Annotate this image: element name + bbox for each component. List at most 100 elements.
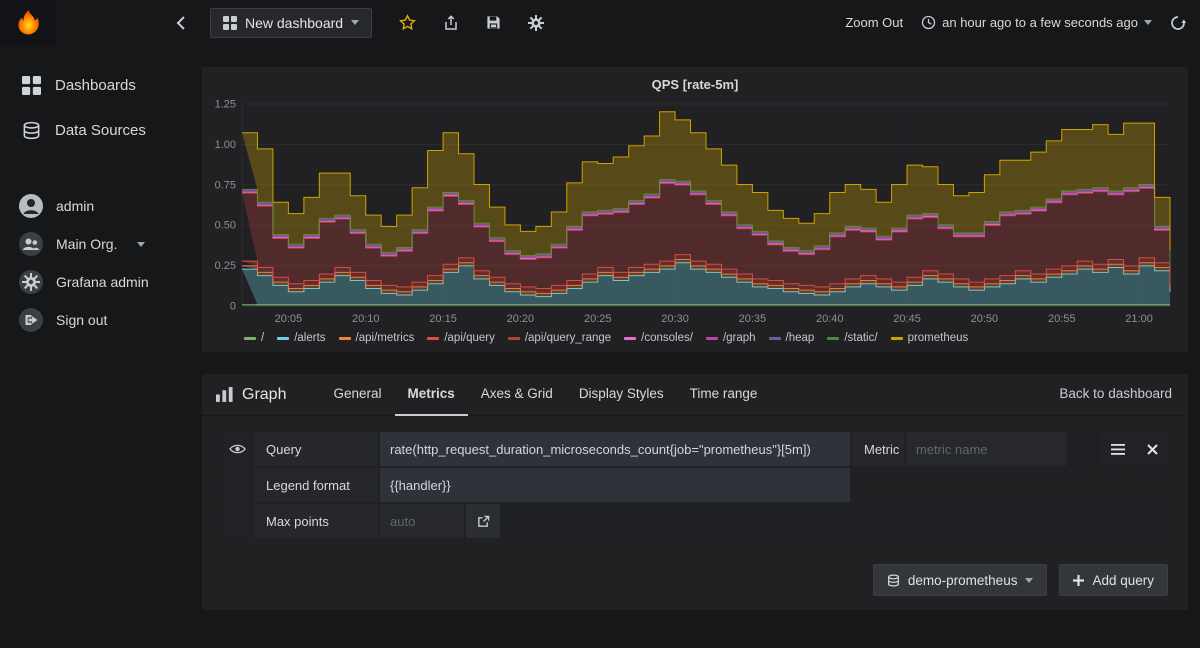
legend-series-label: /graph [722, 332, 756, 344]
sidebar-collapse-button[interactable] [175, 15, 200, 31]
legend-series-label: /api/query_range [524, 332, 612, 344]
sidebar-item-sign-out[interactable]: Sign out [0, 301, 200, 339]
legend-color-dash [827, 336, 840, 340]
refresh-icon [1171, 15, 1186, 30]
legend-item[interactable]: /api/query_range [507, 332, 612, 344]
x-axis-label: 20:05 [275, 313, 303, 325]
sidebar-item-label: Sign out [56, 312, 108, 328]
x-axis-label: 20:30 [661, 313, 689, 325]
dashboard-picker[interactable]: New dashboard [210, 7, 373, 38]
avatar-icon [19, 194, 43, 218]
query-toggle-visibility[interactable] [222, 432, 252, 466]
sidebar-item-data-sources[interactable]: Data Sources [0, 108, 200, 153]
panel-title[interactable]: QPS [rate-5m] [212, 73, 1178, 98]
open-link-button[interactable] [466, 504, 500, 538]
legend-item[interactable]: /consoles/ [624, 332, 693, 344]
legend-color-dash [338, 336, 351, 340]
tab-metrics[interactable]: Metrics [394, 374, 468, 416]
legend-series-label: /consoles/ [641, 332, 693, 344]
database-icon [887, 573, 899, 587]
grafana-logo[interactable] [0, 0, 56, 45]
tab-general[interactable]: General [320, 374, 394, 416]
sidebar-item-dashboards[interactable]: Dashboards [0, 63, 200, 108]
legend-format-label: Legend format [254, 468, 378, 502]
sidebar: Dashboards Data Sources admin Main Org. … [0, 45, 200, 648]
tab-display-styles[interactable]: Display Styles [566, 374, 677, 416]
sidebar-item-grafana-admin[interactable]: Grafana admin [0, 263, 200, 301]
clock-icon [921, 15, 936, 30]
time-range-picker[interactable]: an hour ago to a few seconds ago [921, 15, 1152, 30]
star-button[interactable] [399, 14, 417, 31]
chart-legend: / /alerts/api/metrics/api/query/api/query… [244, 332, 1178, 344]
eye-icon [228, 444, 246, 454]
editor-tabs: General Metrics Axes & Grid Display Styles T… [320, 374, 770, 416]
add-query-button[interactable]: Add query [1059, 564, 1168, 596]
query-input[interactable] [380, 432, 850, 466]
sign-out-icon [19, 308, 43, 332]
legend-color-dash [768, 336, 781, 340]
chevron-left-icon [176, 15, 185, 30]
x-axis-label: 20:45 [893, 313, 921, 325]
x-axis-label: 21:00 [1125, 313, 1153, 325]
metric-input-cell [906, 432, 1066, 466]
graph-editor-panel: Graph General Metrics Axes & Grid Display S… [202, 374, 1188, 610]
legend-color-dash [507, 336, 520, 340]
legend-series-label: /api/metrics [355, 332, 415, 344]
settings-button[interactable] [528, 14, 545, 31]
grid-icon [223, 15, 237, 30]
sidebar-item-label: Data Sources [55, 122, 146, 139]
legend-item[interactable]: /graph [705, 332, 756, 344]
query-label: Query [254, 432, 378, 466]
star-icon [399, 14, 417, 31]
tab-time-range[interactable]: Time range [677, 374, 771, 416]
legend-item[interactable]: /api/metrics [338, 332, 415, 344]
row-empty [852, 468, 1168, 502]
x-axis-label: 20:25 [584, 313, 612, 325]
query-remove-button[interactable] [1136, 432, 1168, 466]
sidebar-item-label: admin [56, 198, 95, 214]
query-menu-button[interactable] [1102, 432, 1134, 466]
chevron-down-icon [1025, 577, 1034, 583]
sidebar-item-label: Main Org. [56, 236, 118, 252]
datasource-button[interactable]: demo-prometheus [872, 564, 1048, 596]
legend-item[interactable]: prometheus [890, 332, 968, 344]
y-axis-label: 0.75 [215, 179, 236, 191]
organization-icon [19, 232, 43, 256]
legend-series-label: /alerts [294, 332, 326, 344]
metric-name-input[interactable] [906, 432, 1066, 466]
back-to-dashboard-link[interactable]: Back to dashboard [1059, 386, 1172, 401]
row-filler [1068, 432, 1100, 466]
max-points-label: Max points [254, 504, 378, 538]
sidebar-item-main-org[interactable]: Main Org. [0, 225, 200, 263]
legend-item[interactable]: /heap [768, 332, 814, 344]
share-button[interactable] [443, 14, 459, 31]
plus-icon [1073, 574, 1085, 586]
sidebar-item-label: Dashboards [55, 77, 136, 94]
legend-item[interactable]: /static/ [827, 332, 878, 344]
max-points-input[interactable] [380, 504, 464, 538]
qps-chart[interactable]: 20:05 20:10 20:15 20:20 20:25 20:30 20:35 20:40… [212, 98, 1178, 330]
tab-axes-grid[interactable]: Axes & Grid [468, 374, 566, 416]
save-button[interactable] [486, 15, 501, 30]
x-axis-label: 20:50 [971, 313, 999, 325]
legend-format-input[interactable] [380, 468, 850, 502]
legend-item[interactable]: / [244, 332, 264, 344]
sidebar-item-admin[interactable]: admin [0, 187, 200, 225]
x-axis-label: 20:10 [352, 313, 380, 325]
row-spacer [222, 504, 252, 538]
dashboards-icon [22, 76, 41, 95]
refresh-button[interactable] [1170, 15, 1186, 31]
time-range-label: an hour ago to a few seconds ago [942, 15, 1138, 30]
zoom-out-button[interactable]: Zoom Out [845, 15, 903, 30]
legend-item[interactable]: /alerts [277, 332, 326, 344]
database-icon [23, 121, 40, 140]
query-input-cell [380, 432, 850, 466]
row-filler [502, 504, 1168, 538]
dashboard-title: New dashboard [245, 14, 344, 31]
chevron-down-icon [137, 241, 146, 247]
legend-color-dash [705, 336, 718, 340]
datasource-name: demo-prometheus [907, 572, 1018, 588]
legend-item[interactable]: /api/query [427, 332, 495, 344]
legend-series-label: /static/ [844, 332, 878, 344]
external-link-icon [477, 515, 489, 527]
